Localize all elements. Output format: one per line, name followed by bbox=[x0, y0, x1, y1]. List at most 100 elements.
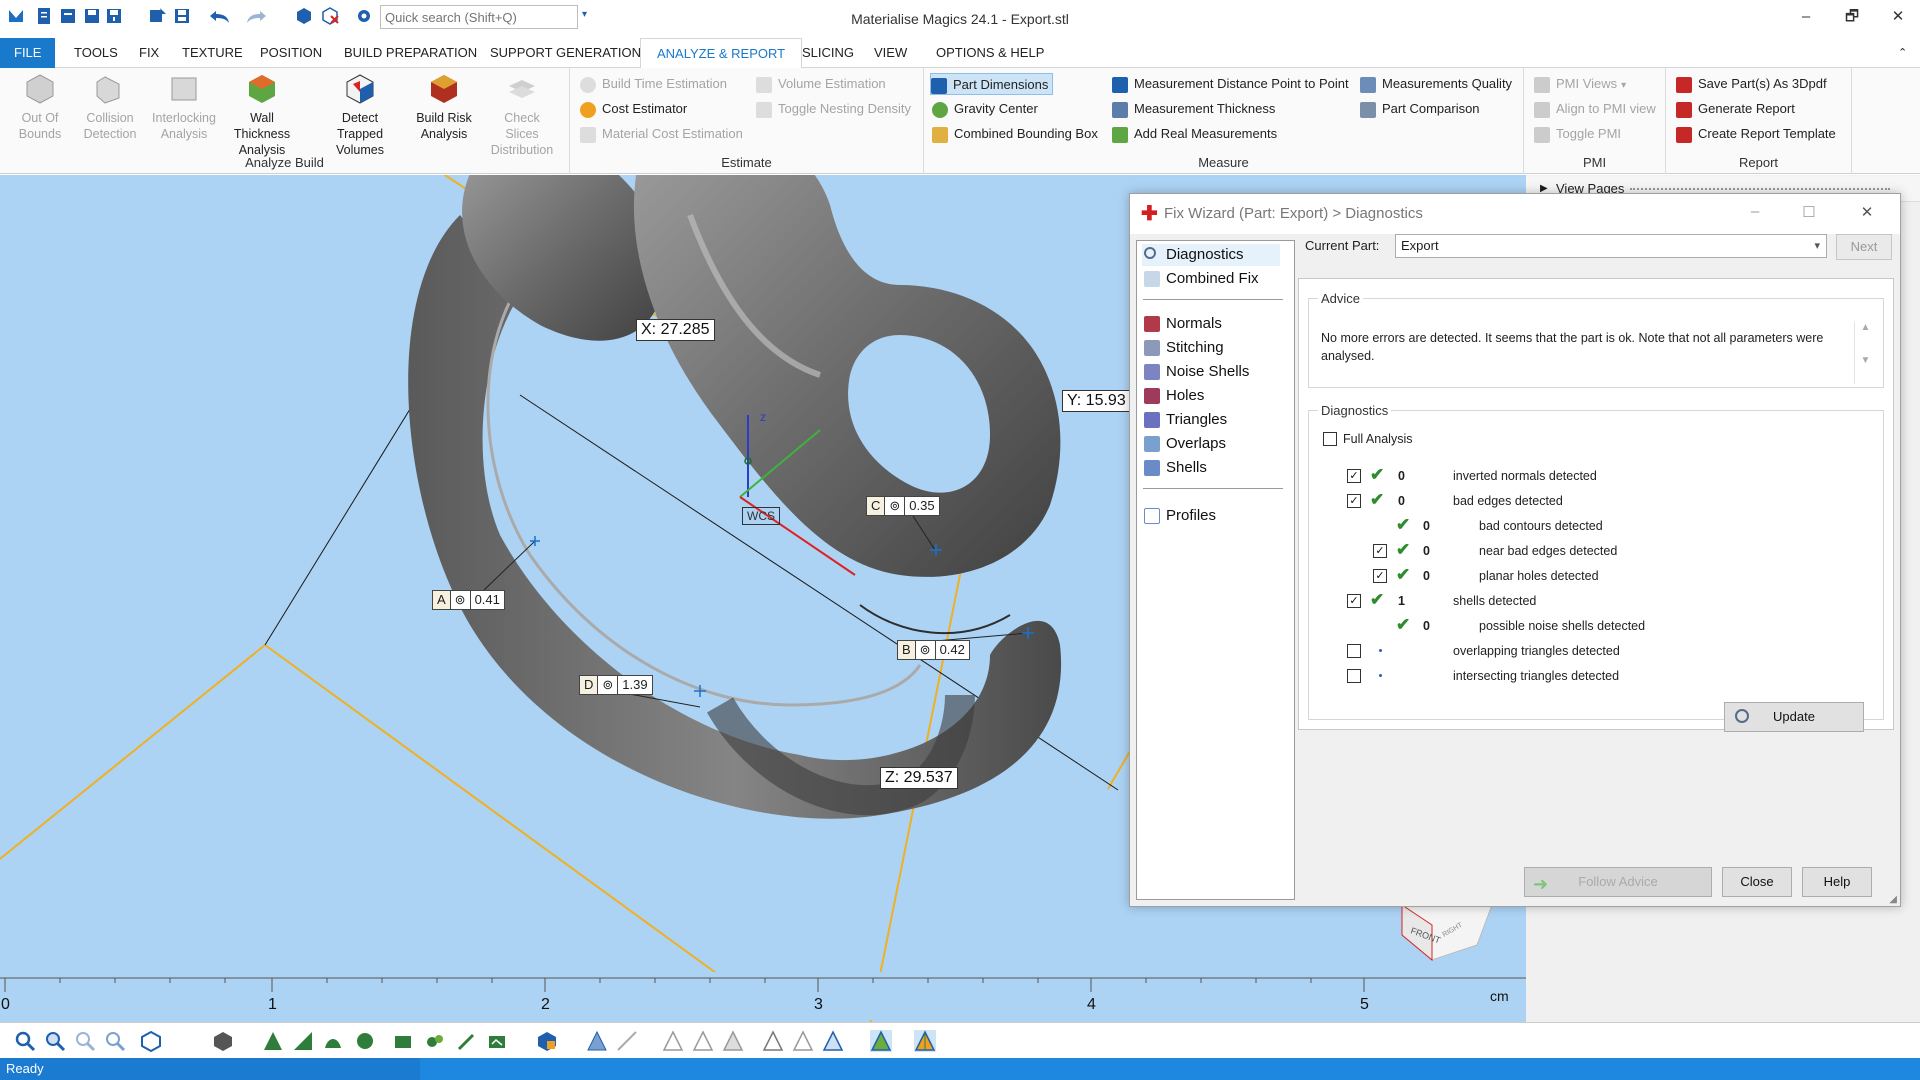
nav-combined-fix[interactable]: Combined Fix bbox=[1142, 268, 1259, 290]
nav-normals[interactable]: Normals bbox=[1142, 313, 1222, 335]
advice-scrollbar[interactable]: ▲ ▼ bbox=[1854, 322, 1876, 384]
bad-edges-checkbox[interactable]: ✓ bbox=[1347, 494, 1361, 508]
save-3dpdf-button[interactable]: Save Part(s) As 3Dpdf bbox=[1676, 73, 1827, 95]
nav-diagnostics[interactable]: Diagnostics bbox=[1142, 244, 1280, 266]
quick-search-input[interactable] bbox=[380, 5, 578, 29]
dialog-maximize-button[interactable]: ☐ bbox=[1796, 203, 1822, 225]
pmi-callout-c[interactable]: C ⊚ 0.35 bbox=[866, 496, 940, 516]
out-of-bounds-button[interactable]: Out Of Bounds bbox=[4, 72, 76, 142]
sketch-line-icon[interactable] bbox=[616, 1030, 638, 1052]
save-project-icon[interactable] bbox=[172, 6, 192, 26]
part-icon[interactable] bbox=[294, 6, 314, 26]
triangle-edges-icon[interactable] bbox=[914, 1030, 936, 1052]
dialog-close-button[interactable]: ✕ bbox=[1854, 203, 1880, 225]
inverted-normals-checkbox[interactable]: ✓ bbox=[1347, 469, 1361, 483]
nav-triangles[interactable]: Triangles bbox=[1142, 409, 1227, 431]
dimension-y-label[interactable]: Y: 15.93 bbox=[1062, 390, 1131, 412]
part-color-icon[interactable] bbox=[536, 1030, 558, 1052]
app-logo-icon[interactable] bbox=[6, 6, 26, 26]
next-button[interactable]: Next bbox=[1836, 234, 1892, 260]
tab-position[interactable]: POSITION bbox=[256, 38, 326, 68]
collapse-ribbon-icon[interactable]: ⌃ bbox=[1894, 38, 1911, 68]
lasso-icon[interactable] bbox=[424, 1030, 446, 1052]
brush-icon[interactable] bbox=[456, 1030, 478, 1052]
unmark-icon[interactable] bbox=[762, 1030, 784, 1052]
dimension-x-label[interactable]: X: 27.285 bbox=[636, 319, 715, 341]
nav-stitching[interactable]: Stitching bbox=[1142, 337, 1224, 359]
volume-estimation-button[interactable]: Volume Estimation bbox=[756, 73, 886, 95]
select-box-icon[interactable] bbox=[392, 1030, 414, 1052]
pmi-callout-a[interactable]: A ⊚ 0.41 bbox=[432, 590, 505, 610]
undo-icon[interactable] bbox=[208, 6, 232, 26]
part-comparison-button[interactable]: Part Comparison bbox=[1360, 98, 1480, 120]
overlapping-triangles-checkbox[interactable] bbox=[1347, 644, 1361, 658]
tab-view[interactable]: VIEW bbox=[870, 38, 911, 68]
build-risk-analysis-button[interactable]: Build Risk Analysis bbox=[408, 72, 480, 142]
expand-marking-icon[interactable] bbox=[822, 1030, 844, 1052]
render-mode-icon[interactable] bbox=[212, 1030, 234, 1052]
add-real-measurements-button[interactable]: Add Real Measurements bbox=[1112, 123, 1277, 145]
tab-file[interactable]: FILE bbox=[0, 38, 56, 68]
select-shell-icon[interactable] bbox=[354, 1030, 376, 1052]
dialog-minimize-button[interactable]: – bbox=[1742, 203, 1768, 225]
tab-build-preparation[interactable]: BUILD PREPARATION bbox=[340, 38, 481, 68]
resize-grip-icon[interactable]: ◢ bbox=[1889, 894, 1897, 905]
sketch-triangle-icon[interactable] bbox=[586, 1030, 608, 1052]
build-time-estimation-button[interactable]: Build Time Estimation bbox=[580, 73, 727, 95]
zoom-window-icon[interactable] bbox=[44, 1030, 66, 1052]
part-dimensions-button[interactable]: Part Dimensions bbox=[930, 73, 1054, 95]
full-analysis-checkbox[interactable] bbox=[1323, 432, 1337, 446]
view-cube-toggle-icon[interactable] bbox=[140, 1030, 162, 1052]
tab-texture[interactable]: TEXTURE bbox=[178, 38, 247, 68]
remove-part-icon[interactable] bbox=[320, 6, 340, 26]
generate-report-button[interactable]: Generate Report bbox=[1676, 98, 1795, 120]
tab-slicing[interactable]: SLICING bbox=[798, 38, 858, 68]
detect-trapped-volumes-button[interactable]: Detect Trapped Volumes bbox=[318, 72, 402, 158]
interlocking-analysis-button[interactable]: Interlocking Analysis bbox=[148, 72, 220, 142]
invert-marking-icon[interactable] bbox=[792, 1030, 814, 1052]
measurements-quality-button[interactable]: Measurements Quality bbox=[1360, 73, 1512, 95]
tab-tools[interactable]: TOOLS bbox=[70, 38, 122, 68]
update-button[interactable]: Update bbox=[1724, 702, 1864, 732]
distance-point-to-point-button[interactable]: Measurement Distance Point to Point bbox=[1112, 73, 1349, 95]
nav-overlaps[interactable]: Overlaps bbox=[1142, 433, 1226, 455]
tab-support-generation[interactable]: SUPPORT GENERATION bbox=[486, 38, 645, 68]
measurement-thickness-button[interactable]: Measurement Thickness bbox=[1112, 98, 1275, 120]
shells-checkbox[interactable]: ✓ bbox=[1347, 594, 1361, 608]
save-icon[interactable] bbox=[82, 6, 102, 26]
planar-holes-checkbox[interactable]: ✓ bbox=[1373, 569, 1387, 583]
minimize-button[interactable]: – bbox=[1786, 4, 1826, 30]
redo-icon[interactable] bbox=[244, 6, 268, 26]
select-plane-icon[interactable] bbox=[292, 1030, 314, 1052]
tab-options-help[interactable]: OPTIONS & HELP bbox=[932, 38, 1048, 68]
save-as-icon[interactable] bbox=[104, 6, 124, 26]
search-options-icon[interactable]: ▾ bbox=[582, 9, 587, 20]
open-file-icon[interactable] bbox=[58, 6, 78, 26]
mark-tool-1-icon[interactable] bbox=[662, 1030, 684, 1052]
nav-shells[interactable]: Shells bbox=[1142, 457, 1207, 479]
pmi-callout-b[interactable]: B ⊚ 0.42 bbox=[897, 640, 970, 660]
select-surface-icon[interactable] bbox=[322, 1030, 344, 1052]
dialog-title-bar[interactable]: ✚ Fix Wizard (Part: Export) > Diagnostic… bbox=[1130, 194, 1900, 234]
tab-fix[interactable]: FIX bbox=[135, 38, 163, 68]
near-bad-edges-checkbox[interactable]: ✓ bbox=[1373, 544, 1387, 558]
pmi-callout-d[interactable]: D ⊚ 1.39 bbox=[579, 675, 653, 695]
current-part-select[interactable]: Export ▾ bbox=[1395, 234, 1827, 258]
toggle-pmi-button[interactable]: Toggle PMI bbox=[1534, 123, 1621, 145]
mark-tool-2-icon[interactable] bbox=[692, 1030, 714, 1052]
import-parts-icon[interactable] bbox=[148, 6, 168, 26]
zoom-icon[interactable] bbox=[14, 1030, 36, 1052]
nav-noise-shells[interactable]: Noise Shells bbox=[1142, 361, 1249, 383]
settings-gear-icon[interactable] bbox=[354, 6, 374, 26]
tab-analyze-report[interactable]: ANALYZE & REPORT bbox=[640, 38, 803, 69]
cost-estimator-button[interactable]: Cost Estimator bbox=[580, 98, 687, 120]
marking-icon[interactable] bbox=[486, 1030, 508, 1052]
gravity-center-button[interactable]: Gravity Center bbox=[932, 98, 1038, 120]
pmi-views-button[interactable]: PMI Views ▾ bbox=[1534, 73, 1626, 95]
close-window-button[interactable]: ✕ bbox=[1878, 4, 1918, 30]
collision-detection-button[interactable]: Collision Detection bbox=[74, 72, 146, 142]
nav-profiles[interactable]: Profiles bbox=[1142, 505, 1216, 527]
zoom-all-icon[interactable] bbox=[74, 1030, 96, 1052]
combined-bounding-box-button[interactable]: Combined Bounding Box bbox=[932, 123, 1098, 145]
wireframe-toggle-icon[interactable] bbox=[870, 1030, 892, 1052]
